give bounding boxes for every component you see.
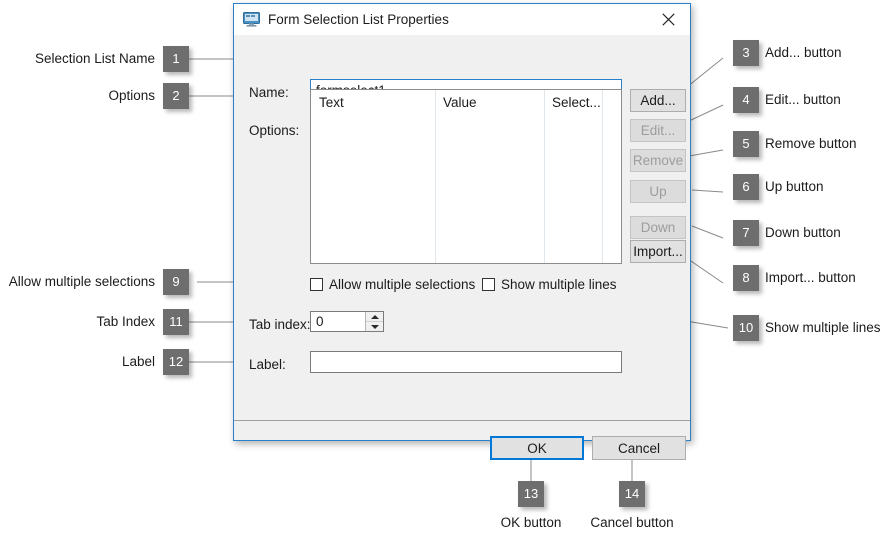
annotation-badge-14: 14 [619,481,645,507]
annotation-label-8: Import... button [765,270,856,285]
annotation-badge-3: 3 [733,40,759,66]
tab-index-label: Tab index: [249,317,311,332]
options-label: Options: [249,123,300,138]
annotation-badge-12: 12 [163,349,189,375]
options-list-view[interactable]: Text Value Select... [310,89,622,264]
annotation-badge-9: 9 [163,269,189,295]
annotation-badge-6: 6 [733,174,759,200]
dialog-titlebar: Form Selection List Properties [234,4,690,35]
annotation-badge-5: 5 [733,131,759,157]
annotation-badge-8: 8 [733,265,759,291]
down-button: Down [630,216,686,239]
show-multiple-lines-checkbox[interactable]: Show multiple lines [482,277,617,292]
annotation-label-7: Down button [765,225,841,240]
spinner-up-icon[interactable] [366,312,383,321]
annotation-label-5: Remove button [765,136,857,151]
annotation-label-11: Tab Index [96,314,155,329]
annotation-label-3: Add... button [765,45,842,60]
cancel-button[interactable]: Cancel [592,436,686,460]
label-input[interactable] [310,351,622,373]
footer-separator [234,420,690,421]
edit-button: Edit... [630,119,686,142]
column-header-text[interactable]: Text [319,95,344,110]
label-field-label: Label: [249,357,286,372]
annotation-label-2: Options [108,88,155,103]
annotation-badge-2: 2 [163,83,189,109]
allow-multiple-selections-label: Allow multiple selections [329,277,476,292]
column-separator-2 [544,90,545,263]
annotation-label-12: Label [121,354,155,369]
column-header-value[interactable]: Value [443,95,477,110]
screenshot-canvas: Form Selection List Properties Name: for… [0,0,891,544]
annotation-label-9: Allow multiple selections [8,274,155,289]
column-separator-1 [435,90,436,263]
checkbox-box [482,278,495,291]
annotation-label-4: Edit... button [765,92,841,107]
annotation-badge-10: 10 [733,315,759,341]
dialog-title: Form Selection List Properties [268,12,449,27]
dialog-body: Name: formselect1 Options: Text Value Se… [234,35,690,460]
spinner-arrows [365,312,383,331]
monitor-icon [243,12,260,27]
remove-button: Remove [630,149,686,172]
ok-button[interactable]: OK [490,436,584,460]
checkbox-box [310,278,323,291]
name-label: Name: [249,85,289,100]
annotation-badge-1: 1 [163,46,189,72]
annotation-badge-13: 13 [518,481,544,507]
spinner-down-icon[interactable] [366,321,383,331]
annotation-label-10: Show multiple lines [765,320,881,335]
show-multiple-lines-label: Show multiple lines [501,277,617,292]
annotation-badge-11: 11 [163,309,189,335]
annotation-label-1: Selection List Name [34,51,155,66]
up-button: Up [630,180,686,203]
tab-index-value[interactable]: 0 [311,312,365,331]
add-button[interactable]: Add... [630,89,686,112]
form-selection-list-properties-dialog: Form Selection List Properties Name: for… [233,3,691,460]
allow-multiple-selections-checkbox[interactable]: Allow multiple selections [310,277,475,292]
column-header-selected[interactable]: Select... [552,95,601,110]
tab-index-spinner[interactable]: 0 [310,311,384,332]
import-button[interactable]: Import... [630,240,686,263]
annotation-badge-4: 4 [733,87,759,113]
close-icon[interactable] [646,4,690,35]
annotation-badge-7: 7 [733,220,759,246]
annotation-label-6: Up button [765,179,824,194]
annotation-label-14: Cancel button [590,515,674,530]
column-separator-3 [602,90,603,263]
